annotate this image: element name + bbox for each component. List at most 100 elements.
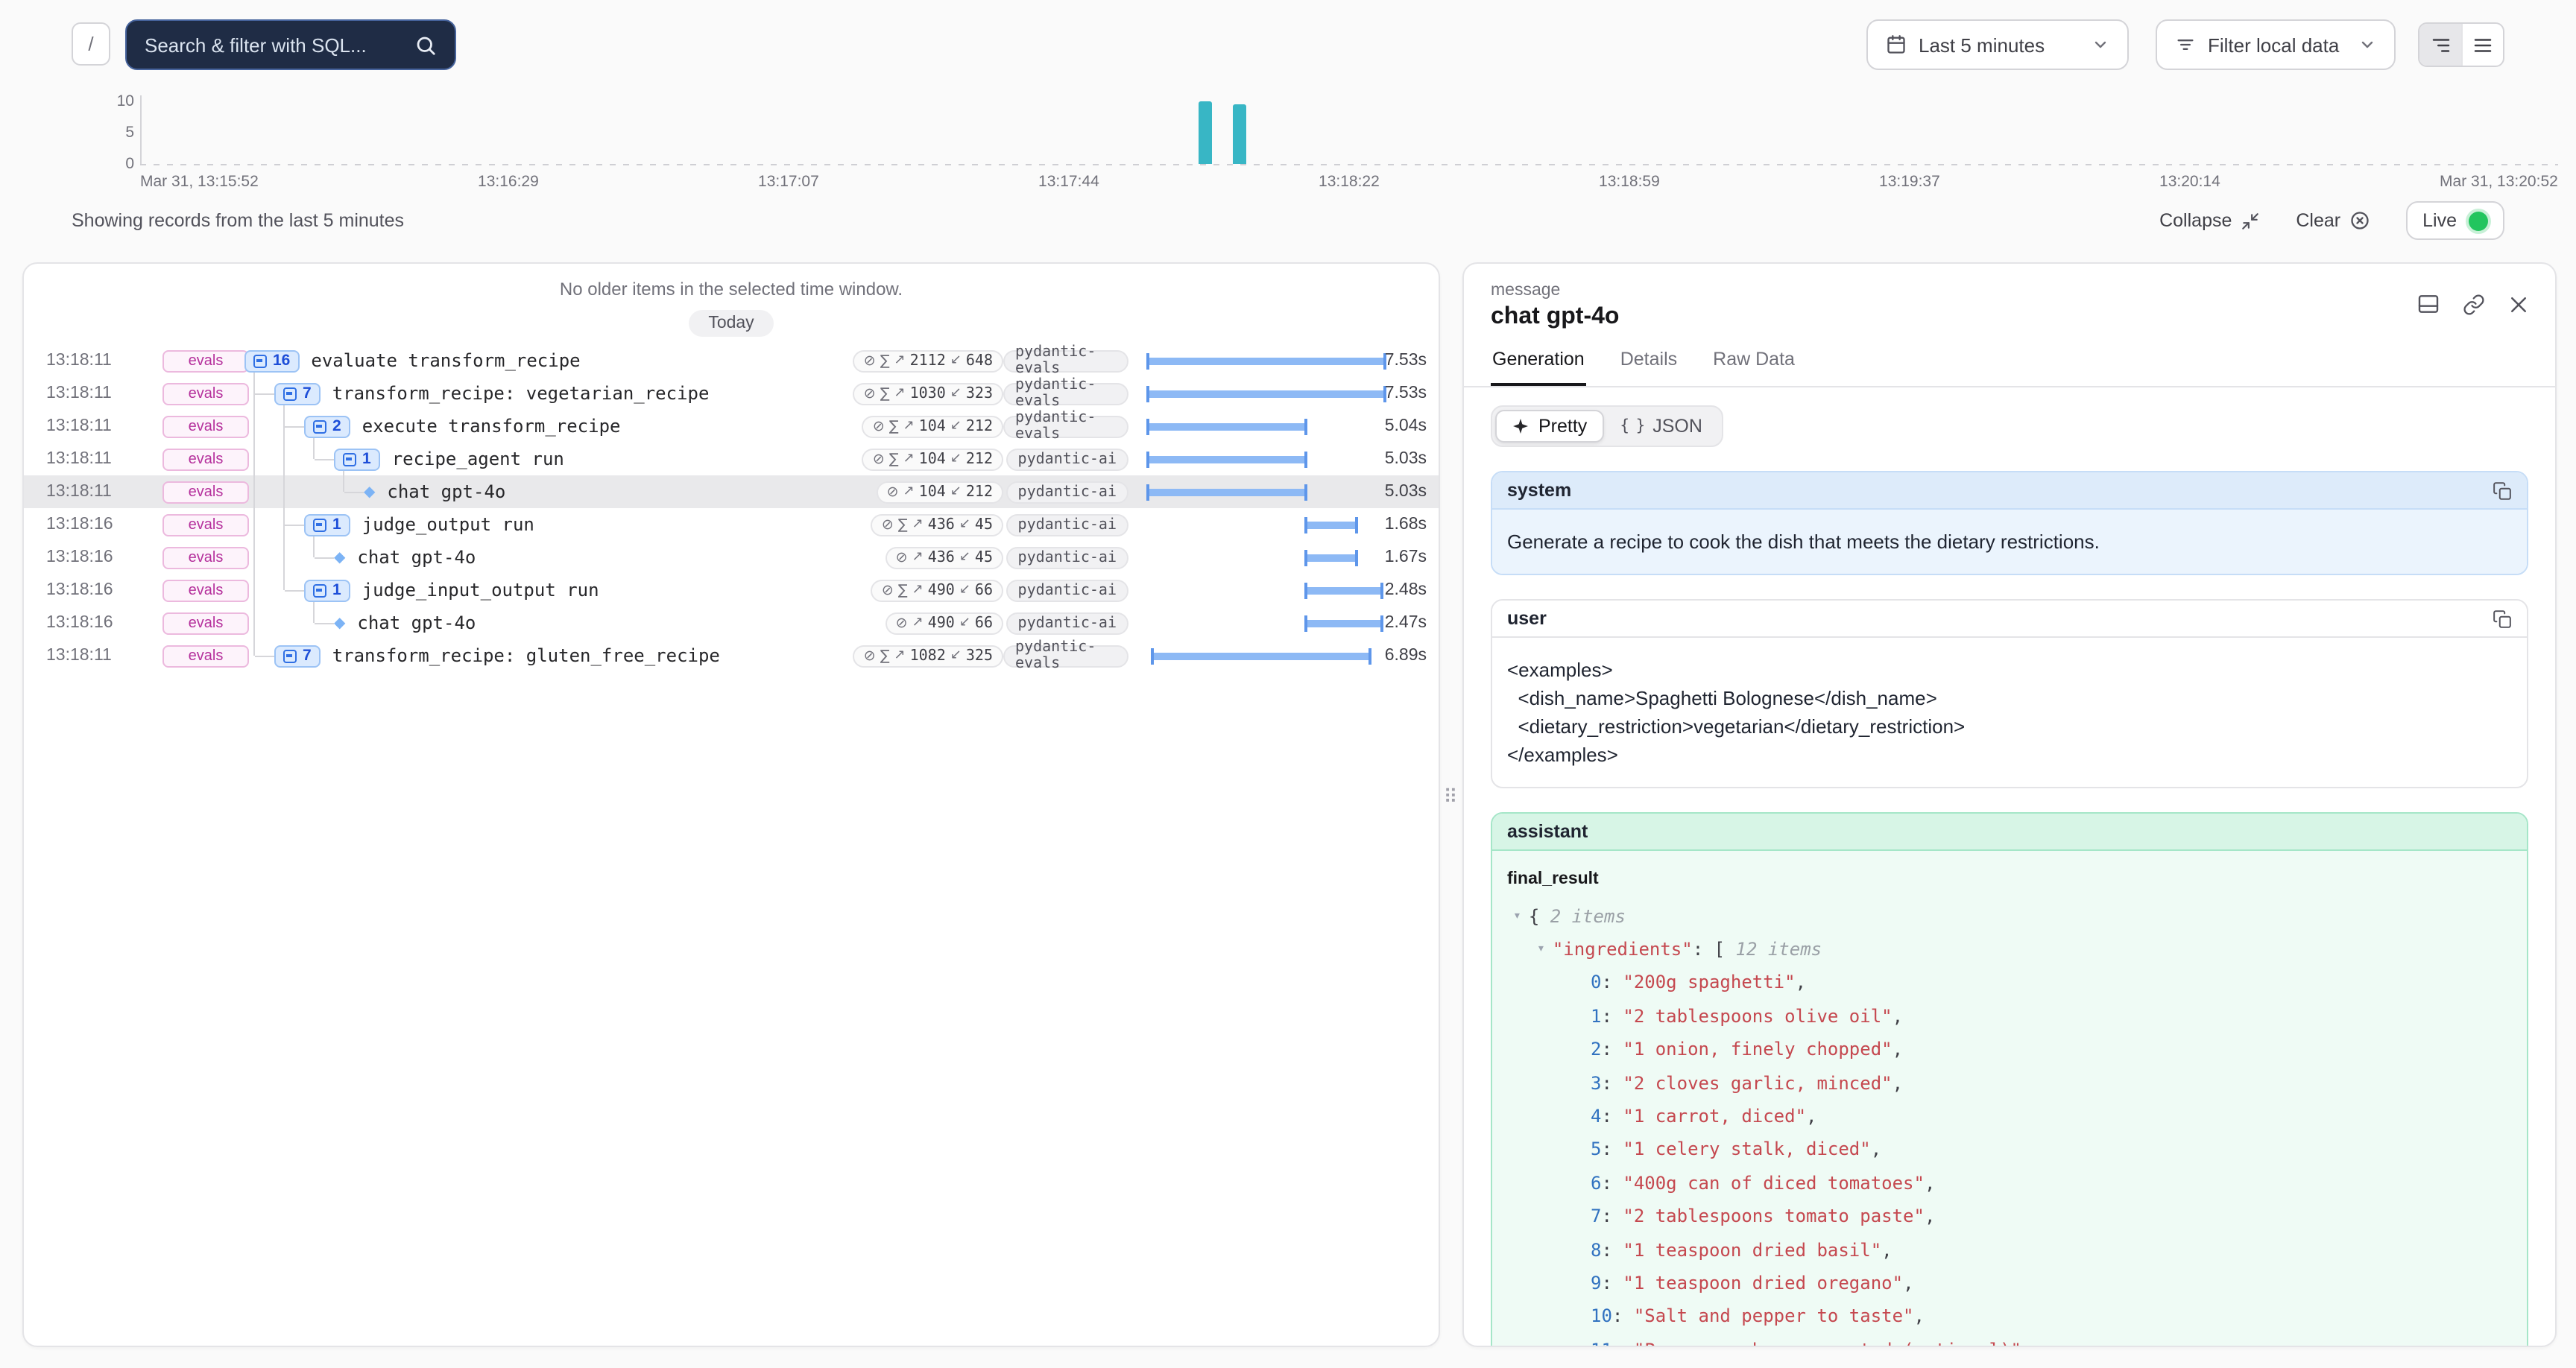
- package-tag: pydantic-ai: [1006, 513, 1128, 536]
- collapse-toggle[interactable]: 7: [274, 645, 321, 667]
- copy-user-button[interactable]: [2493, 609, 2512, 628]
- close-icon: [2507, 293, 2529, 315]
- live-label: Live: [2422, 210, 2457, 231]
- trace-row[interactable]: 13:18:11evals7transform_recipe: vegetari…: [24, 377, 1439, 410]
- span-name: judge_output run: [362, 514, 534, 535]
- collapse-toggle[interactable]: 1: [334, 448, 380, 470]
- input-tokens-icon: ↗: [903, 484, 915, 499]
- json-string: "2 tablespoons olive oil": [1623, 1003, 1892, 1031]
- system-message-text: Generate a recipe to cook the dish that …: [1492, 510, 2527, 574]
- json-line: 0: "200g spaghetti",: [1507, 967, 2512, 1001]
- trace-row[interactable]: 13:18:11evals7transform_recipe: gluten_f…: [24, 639, 1439, 672]
- json-punct: :: [1601, 1103, 1623, 1131]
- row-duration: 5.03s: [1337, 483, 1427, 501]
- trace-row[interactable]: 13:18:11evals16evaluate transform_recipe…: [24, 344, 1439, 377]
- json-string: "2 tablespoons tomato paste": [1623, 1203, 1925, 1231]
- clear-button[interactable]: Clear: [2296, 210, 2370, 231]
- json-index: 0: [1591, 969, 1601, 998]
- collapse-toggle[interactable]: 7: [274, 382, 321, 405]
- copy-system-button[interactable]: [2493, 481, 2512, 500]
- json-punct: :: [1601, 1236, 1623, 1264]
- row-span: 1 judge_output run: [304, 508, 534, 541]
- tab-details[interactable]: Details: [1619, 349, 1679, 386]
- system-message-card: system Generate a recipe to cook the dis…: [1491, 471, 2528, 575]
- trace-row[interactable]: 13:18:16evals◆chat gpt-4o⊘↗490↙66pydanti…: [24, 607, 1439, 639]
- json-punct: :: [1601, 1003, 1623, 1031]
- row-duration: 7.53s: [1337, 352, 1427, 370]
- input-tokens-value: 104: [919, 418, 946, 434]
- json-index: 6: [1591, 1170, 1601, 1198]
- output-tokens-icon: ↙: [950, 452, 962, 466]
- close-panel-button[interactable]: [2501, 288, 2534, 320]
- json-punct: ,: [1892, 1003, 1903, 1031]
- json-line: 8: "1 teaspoon dried basil",: [1507, 1234, 2512, 1267]
- json-punct: :: [1601, 1270, 1623, 1298]
- list-view-button[interactable]: [2461, 24, 2503, 66]
- collapse-toggle[interactable]: 2: [304, 415, 350, 437]
- tokens-icon: ⊘: [896, 615, 908, 631]
- input-tokens-value: 436: [928, 549, 955, 566]
- tree-view-button[interactable]: [2419, 24, 2461, 66]
- detail-panel-body: Pretty { } JSON system Generate a recipe…: [1464, 387, 2555, 1347]
- collapse-toggle[interactable]: 16: [244, 349, 299, 372]
- tokens-icon: ⊘: [864, 385, 876, 402]
- input-tokens-value: 436: [928, 516, 955, 533]
- tokens-icon: ⊘: [873, 451, 885, 467]
- x-axis-baseline: [140, 164, 2558, 165]
- json-punct: ,: [1903, 1270, 1913, 1298]
- row-tag-wrap: pydantic-evals: [1003, 415, 1128, 437]
- json-string: "1 celery stalk, diced": [1623, 1136, 1870, 1165]
- json-punct: :: [1601, 1203, 1623, 1231]
- json-index: 5: [1591, 1136, 1601, 1165]
- dock-view-button[interactable]: [2412, 288, 2445, 320]
- output-tokens-value: 648: [966, 352, 993, 369]
- sparkle-icon: [1512, 417, 1530, 435]
- sum-icon: ∑: [898, 516, 908, 533]
- child-count: 16: [273, 352, 290, 370]
- trace-row[interactable]: 13:18:16evals◆chat gpt-4o⊘↗436↙45pydanti…: [24, 541, 1439, 574]
- trace-row[interactable]: 13:18:16evals1judge_input_output run⊘∑↗4…: [24, 574, 1439, 607]
- collapse-icon: [2241, 211, 2260, 230]
- row-duration: 2.48s: [1337, 581, 1427, 599]
- panel-resize-handle[interactable]: ⠿: [1440, 787, 1461, 809]
- trace-row[interactable]: 13:18:16evals1judge_output run⊘∑↗436↙45p…: [24, 508, 1439, 541]
- json-index: 3: [1591, 1069, 1601, 1098]
- time-range-dropdown[interactable]: Last 5 minutes: [1866, 19, 2129, 70]
- evals-badge: evals: [162, 612, 249, 634]
- evals-badge: evals: [162, 349, 249, 372]
- json-label: JSON: [1652, 416, 1702, 437]
- tab-raw-data[interactable]: Raw Data: [1711, 349, 1796, 386]
- final-result-label: final_result: [1507, 866, 2512, 894]
- record-kind-label: message: [1491, 282, 2531, 300]
- copy-link-button[interactable]: [2457, 288, 2490, 320]
- collapse-toggle[interactable]: 1: [304, 579, 350, 601]
- trace-row[interactable]: 13:18:11evals1recipe_agent run⊘∑↗104↙212…: [24, 443, 1439, 475]
- live-button[interactable]: Live: [2406, 201, 2504, 240]
- row-span: 7transform_recipe: vegetarian_recipe: [274, 377, 709, 410]
- output-tokens-icon: ↙: [959, 517, 970, 532]
- trace-row[interactable]: 13:18:11evals2execute transform_recipe⊘∑…: [24, 410, 1439, 443]
- json-punct: ,: [1871, 1136, 1881, 1165]
- json-index: 8: [1591, 1236, 1601, 1264]
- role-label-assistant: assistant: [1507, 821, 1588, 842]
- json-line: 2: "1 onion, finely chopped",: [1507, 1033, 2512, 1067]
- filter-local-data-dropdown[interactable]: Filter local data: [2156, 19, 2396, 70]
- package-tag: pydantic-ai: [1006, 546, 1128, 569]
- json-toggle-button[interactable]: { } JSON: [1603, 410, 1719, 443]
- output-tokens-icon: ↙: [950, 484, 962, 499]
- tab-generation[interactable]: Generation: [1491, 349, 1586, 386]
- search-input[interactable]: Search & filter with SQL...: [125, 19, 456, 70]
- chart-plot[interactable]: [140, 89, 2558, 164]
- output-tokens-icon: ↙: [950, 353, 962, 368]
- collapse-toggle[interactable]: 1: [304, 513, 350, 536]
- span-name: chat gpt-4o: [357, 547, 476, 568]
- row-duration: 5.04s: [1337, 417, 1427, 435]
- trace-row[interactable]: 13:18:11evals◆chat gpt-4o⊘↗104↙212pydant…: [24, 475, 1439, 508]
- collapse-button[interactable]: Collapse: [2159, 210, 2260, 231]
- json-brace: {: [1529, 902, 1539, 931]
- dock-bottom-icon: [2416, 292, 2440, 316]
- row-span: 2execute transform_recipe: [304, 410, 620, 443]
- pretty-toggle-button[interactable]: Pretty: [1495, 410, 1603, 443]
- output-tokens-value: 325: [966, 647, 993, 664]
- empty-window-notice: No older items in the selected time wind…: [24, 279, 1439, 300]
